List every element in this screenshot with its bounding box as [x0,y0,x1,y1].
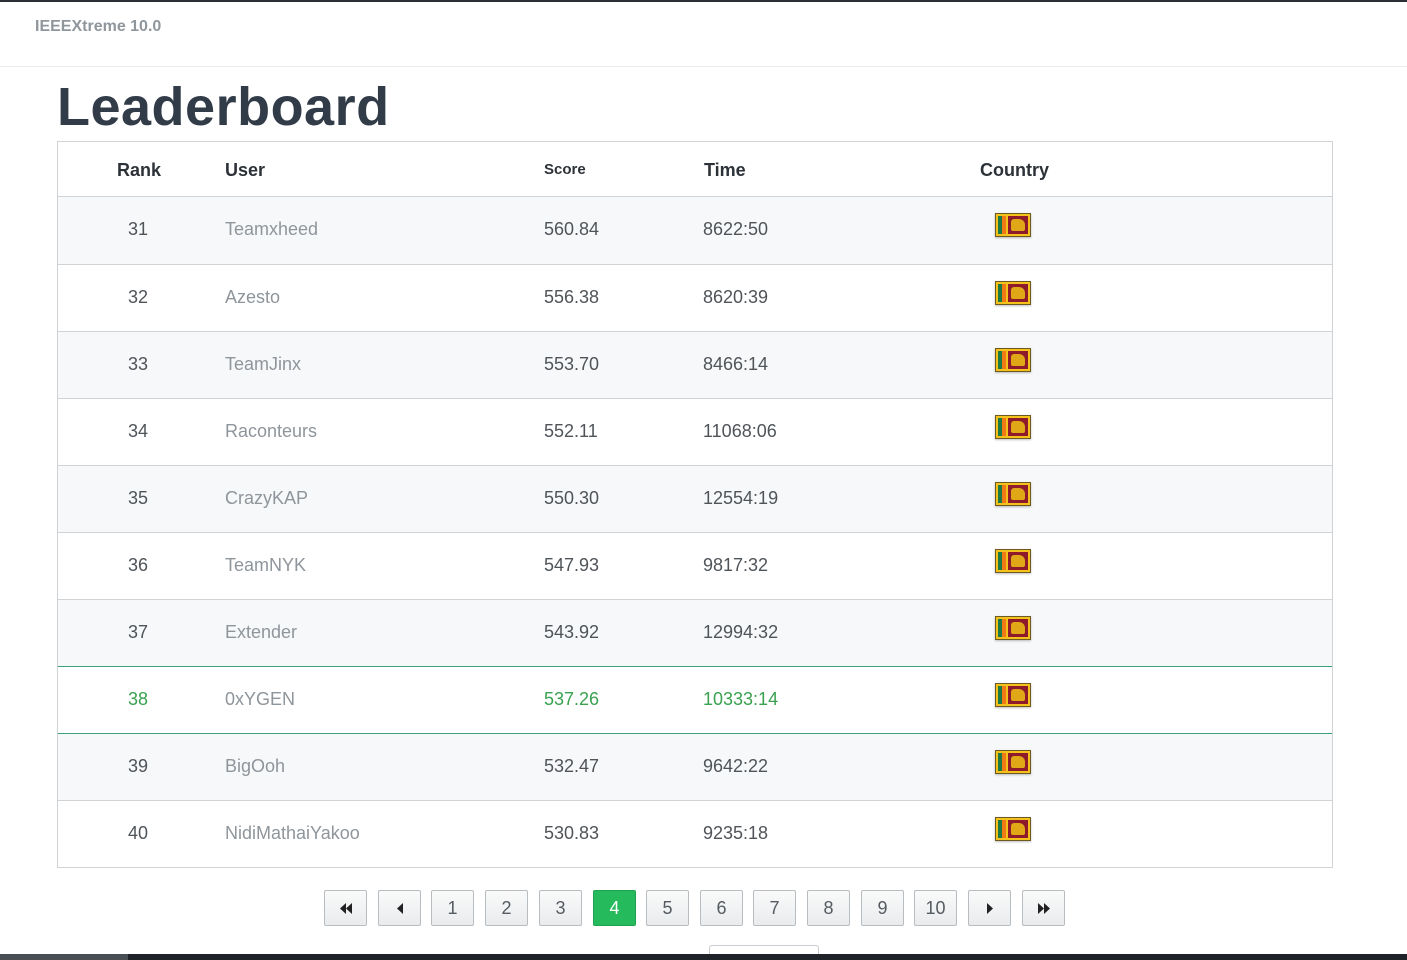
navbar: IEEEXtreme 10.0 [0,2,1407,67]
brand-link[interactable]: IEEEXtreme 10.0 [35,18,161,36]
caret-left-icon [396,903,403,914]
double-chevron-right-icon [1037,903,1050,914]
prev-page-button[interactable] [378,890,421,926]
sri-lanka-flag-icon [995,213,1031,237]
sri-lanka-flag-icon [995,817,1031,841]
table-row: 39 BigOoh 532.47 9642:22 [58,734,1332,801]
table-row: 31 Teamxheed 560.84 8622:50 [58,197,1332,264]
user-cell[interactable]: CrazyKAP [225,488,308,509]
table-row: 34 Raconteurs 552.11 11068:06 [58,398,1332,465]
score-cell: 530.83 [544,823,600,843]
user-cell[interactable]: Azesto [225,287,280,308]
time-cell: 10333:14 [703,689,779,709]
rank-cell: 35 [127,488,149,508]
sri-lanka-flag-icon [995,281,1031,305]
score-cell: 560.84 [544,219,600,239]
score-cell: 556.38 [544,287,600,307]
score-cell: 537.26 [544,689,600,709]
column-header-score[interactable]: Score [544,161,586,178]
page-button-1[interactable]: 1 [431,890,474,926]
time-cell: 12554:19 [703,488,779,508]
table-row: 40 NidiMathaiYakoo 530.83 9235:18 [58,800,1332,867]
score-cell: 552.11 [544,421,598,441]
sri-lanka-flag-icon [995,549,1031,573]
rank-cell: 31 [127,219,149,239]
sri-lanka-flag-icon [995,348,1031,372]
table-row-highlighted: 38 0xYGEN 537.26 10333:14 [58,666,1332,734]
table-row: 33 TeamJinx 553.70 8466:14 [58,331,1332,398]
time-cell: 8622:50 [703,219,769,239]
pagination: 1 2 3 4 5 6 7 8 9 10 [0,890,1407,926]
user-cell[interactable]: 0xYGEN [225,689,295,710]
page-button-4-current[interactable]: 4 [593,890,636,926]
rank-cell: 36 [127,555,149,575]
time-cell: 8466:14 [703,354,769,374]
first-page-button[interactable] [324,890,367,926]
sri-lanka-flag-icon [995,482,1031,506]
score-cell: 553.70 [544,354,600,374]
column-header-user[interactable]: User [225,160,265,181]
time-cell: 8620:39 [703,287,769,307]
time-cell: 9642:22 [703,756,769,776]
user-cell[interactable]: BigOoh [225,756,285,777]
sri-lanka-flag-icon [995,616,1031,640]
time-cell: 9817:32 [703,555,769,575]
page-button-7[interactable]: 7 [753,890,796,926]
user-cell[interactable]: Teamxheed [225,219,318,240]
table-header: Rank User Score Time Country [58,142,1332,197]
page-button-9[interactable]: 9 [861,890,904,926]
time-cell: 12994:32 [703,622,779,642]
page-button-2[interactable]: 2 [485,890,528,926]
table-row: 32 Azesto 556.38 8620:39 [58,264,1332,331]
column-header-rank[interactable]: Rank [117,160,161,181]
caret-right-icon [986,903,993,914]
user-cell[interactable]: Extender [225,622,297,643]
user-cell[interactable]: NidiMathaiYakoo [225,823,360,844]
rank-cell: 32 [127,287,149,307]
page-button-5[interactable]: 5 [646,890,689,926]
score-cell: 543.92 [544,622,600,642]
next-page-button[interactable] [968,890,1011,926]
rank-cell: 34 [127,421,149,441]
time-cell: 9235:18 [703,823,769,843]
page-title: Leaderboard [57,77,390,137]
last-page-button[interactable] [1022,890,1065,926]
user-cell[interactable]: TeamNYK [225,555,306,576]
sri-lanka-flag-icon [995,683,1031,707]
rank-cell: 38 [127,689,149,709]
table-row: 37 Extender 543.92 12994:32 [58,599,1332,666]
column-header-country[interactable]: Country [980,160,1049,181]
sri-lanka-flag-icon [995,750,1031,774]
score-cell: 532.47 [544,756,600,776]
rank-cell: 40 [127,823,149,843]
page-button-8[interactable]: 8 [807,890,850,926]
leaderboard-table: Rank User Score Time Country 31 Teamxhee… [57,141,1333,868]
table-row: 35 CrazyKAP 550.30 12554:19 [58,465,1332,532]
rank-cell: 39 [127,756,149,776]
page-button-10[interactable]: 10 [914,890,957,926]
rank-cell: 37 [127,622,149,642]
column-header-time[interactable]: Time [704,160,746,181]
page-button-3[interactable]: 3 [539,890,582,926]
table-row: 36 TeamNYK 547.93 9817:32 [58,532,1332,599]
score-cell: 547.93 [544,555,600,575]
time-cell: 11068:06 [703,421,777,441]
double-chevron-left-icon [339,903,352,914]
user-cell[interactable]: TeamJinx [225,354,301,375]
sri-lanka-flag-icon [995,415,1031,439]
score-cell: 550.30 [544,488,600,508]
user-cell[interactable]: Raconteurs [225,421,317,442]
bottom-bar [0,954,1407,960]
page-button-6[interactable]: 6 [700,890,743,926]
rank-cell: 33 [127,354,149,374]
